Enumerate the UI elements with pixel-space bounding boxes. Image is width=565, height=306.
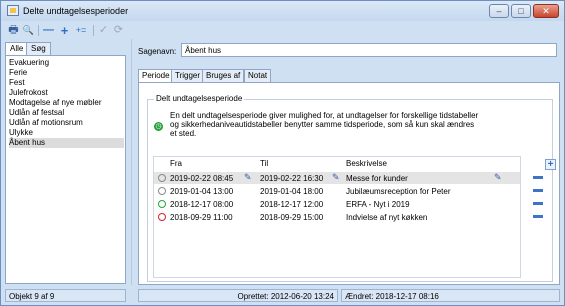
list-item[interactable]: Udlån af festsal (9, 108, 124, 118)
name-label: Sagenavn: (138, 47, 177, 56)
col-header-fra[interactable]: Fra (170, 159, 182, 168)
col-header-beskrivelse[interactable]: Beskrivelse (346, 159, 387, 168)
add-icon[interactable]: + (58, 24, 71, 37)
pencil-icon[interactable]: ✎ (494, 172, 502, 183)
list-item[interactable]: Julefrokost (9, 88, 124, 98)
item-list: Evakuering Ferie Fest Julefrokost Modtag… (5, 55, 126, 284)
tab-soeg[interactable]: Søg (26, 42, 51, 55)
table-row[interactable]: 2019-01-04 13:00 2019-01-04 18:00 Jubilæ… (154, 185, 520, 197)
window-title: Delte undtagelsesperioder (23, 6, 129, 16)
check-icon[interactable]: ✓ (97, 24, 110, 37)
add-row-button[interactable]: + (545, 159, 556, 170)
list-item[interactable]: Fest (9, 78, 124, 88)
list-item[interactable]: Ulykke (9, 128, 124, 138)
toolbar: 🖶 🔍 — + += ✓ ⟳ (5, 23, 135, 39)
table-row[interactable]: 2019-02-22 08:45 ✎ 2019-02-22 16:30 ✎ Me… (154, 172, 520, 184)
minimize-button[interactable]: – (489, 4, 509, 18)
col-header-til[interactable]: Til (260, 159, 268, 168)
from-cell: 2018-09-29 11:00 (170, 213, 233, 222)
remove-icon[interactable]: — (42, 24, 55, 37)
description-cell: Jubilæumsreception for Peter (346, 187, 451, 196)
created-status: Oprettet: 2012-06-20 13:24 (138, 289, 338, 302)
toolbar-separator (38, 25, 39, 36)
description-cell: ERFA - Nyt i 2019 (346, 200, 410, 209)
pencil-icon[interactable]: ✎ (244, 172, 252, 183)
refresh-icon[interactable]: ⟳ (112, 24, 125, 37)
print-icon[interactable]: 🖶 (7, 24, 20, 37)
periode-panel: Delt undtagelsesperiode ◷ En delt undtag… (138, 82, 560, 285)
period-grid: Fra Til Beskrivelse 2019-02-22 08:45 ✎ 2… (153, 156, 521, 278)
group-title: Delt undtagelsesperiode (154, 94, 245, 103)
changed-status: Ændret: 2018-12-17 08:16 (341, 289, 560, 302)
table-row[interactable]: 2018-09-29 11:00 2018-09-29 15:00 Indvie… (154, 211, 520, 223)
from-cell: 2019-01-04 13:00 (170, 187, 234, 196)
tab-alle[interactable]: Alle (5, 42, 29, 56)
remove-row-button[interactable] (533, 176, 543, 179)
clock-icon (158, 187, 166, 195)
app-window: Delte undtagelsesperioder – □ ✕ 🖶 🔍 — + … (0, 0, 565, 306)
to-cell: 2019-02-22 16:30 (260, 174, 324, 183)
tab-bruges-af[interactable]: Bruges af (202, 69, 245, 82)
object-count: Objekt 9 af 9 (5, 289, 126, 302)
splitter[interactable] (131, 39, 132, 285)
remove-row-button[interactable] (533, 215, 543, 218)
tab-periode[interactable]: Periode (138, 69, 174, 83)
status-bar: Objekt 9 af 9 Oprettet: 2012-06-20 13:24… (1, 286, 564, 305)
close-button[interactable]: ✕ (533, 4, 559, 18)
to-cell: 2019-01-04 18:00 (260, 187, 324, 196)
grid-header: Fra Til Beskrivelse (154, 157, 520, 170)
add-multiple-icon[interactable]: += (73, 24, 89, 37)
description-cell: Messe for kunder (346, 174, 408, 183)
maximize-button[interactable]: □ (511, 4, 531, 18)
toolbar-separator (93, 25, 94, 36)
title-bar: Delte undtagelsesperioder – □ ✕ (1, 1, 564, 21)
to-cell: 2018-09-29 15:00 (260, 213, 324, 222)
search-icon[interactable]: 🔍 (22, 24, 35, 37)
clock-icon (158, 213, 166, 221)
remove-row-button[interactable] (533, 202, 543, 205)
from-cell: 2018-12-17 08:00 (170, 200, 234, 209)
tab-notat[interactable]: Notat (244, 69, 272, 82)
info-text: En delt undtagelsesperiode giver mulighe… (170, 111, 479, 138)
tab-trigger[interactable]: Trigger (171, 69, 205, 82)
from-cell: 2019-02-22 08:45 (170, 174, 234, 183)
clock-icon (158, 174, 166, 182)
table-row[interactable]: 2018-12-17 08:00 2018-12-17 12:00 ERFA -… (154, 198, 520, 210)
list-item[interactable]: Udlån af motionsrum (9, 118, 124, 128)
list-item[interactable]: Ferie (9, 68, 124, 78)
name-input[interactable]: Åbent hus (181, 43, 557, 57)
list-item[interactable]: Evakuering (9, 58, 124, 68)
clock-icon (158, 200, 166, 208)
description-cell: Indvielse af nyt køkken (346, 213, 428, 222)
pencil-icon[interactable]: ✎ (332, 172, 340, 183)
to-cell: 2018-12-17 12:00 (260, 200, 324, 209)
list-item[interactable]: Modtagelse af nye møbler (9, 98, 124, 108)
shared-period-group: Delt undtagelsesperiode ◷ En delt undtag… (147, 94, 556, 282)
remove-row-button[interactable] (533, 189, 543, 192)
clock-icon: ◷ (154, 122, 163, 131)
calendar-icon (7, 5, 19, 16)
list-item-selected[interactable]: Åbent hus (9, 138, 124, 148)
